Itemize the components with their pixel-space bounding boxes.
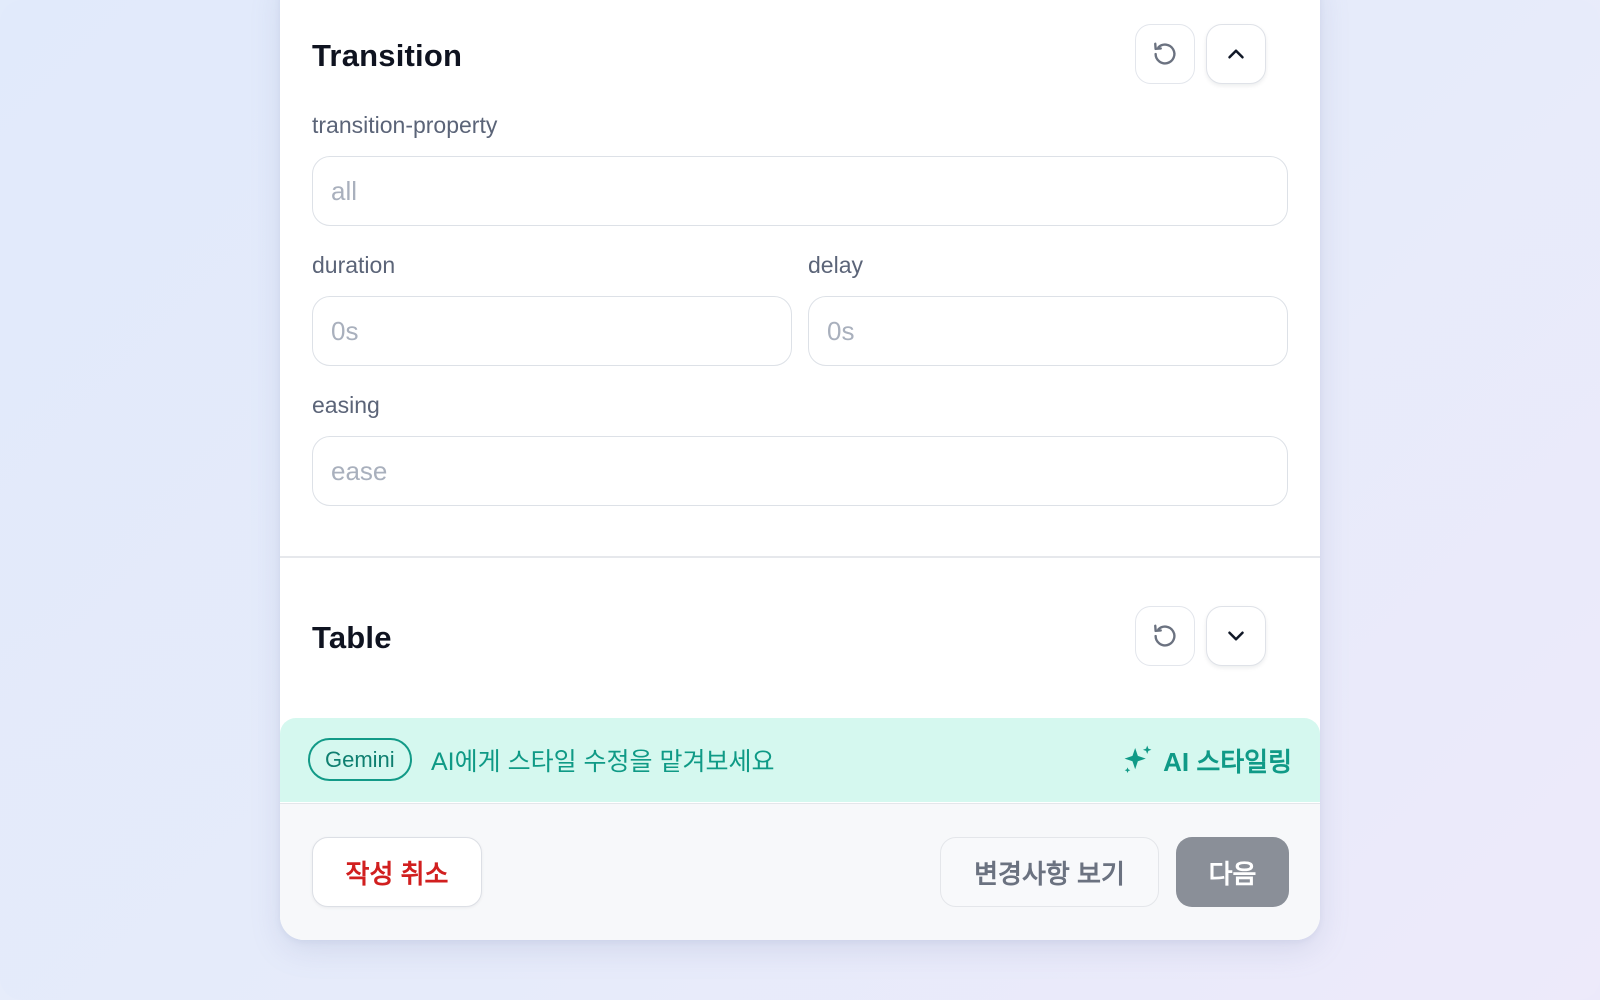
delay-label: delay bbox=[808, 252, 863, 278]
chevron-up-icon bbox=[1228, 49, 1244, 59]
cancel-button[interactable]: 작성 취소 bbox=[312, 837, 482, 907]
transition-reset-button[interactable] bbox=[1135, 24, 1195, 84]
table-expand-button[interactable] bbox=[1206, 606, 1266, 666]
transition-property-label: transition-property bbox=[312, 112, 498, 138]
duration-label: duration bbox=[312, 252, 396, 278]
gemini-badge: Gemini bbox=[308, 738, 412, 781]
ai-prompt-text: AI에게 스타일 수정을 맡겨보세요 bbox=[431, 748, 775, 776]
next-button[interactable]: 다음 bbox=[1176, 837, 1289, 907]
easing-label: easing bbox=[312, 392, 380, 418]
reset-icon bbox=[1154, 42, 1176, 65]
style-editor-panel: Transition transition-property duration … bbox=[280, 0, 1320, 940]
easing-input[interactable] bbox=[312, 436, 1288, 506]
reset-icon bbox=[1154, 624, 1176, 647]
chevron-down-icon bbox=[1228, 631, 1244, 641]
view-changes-button[interactable]: 변경사항 보기 bbox=[940, 837, 1159, 907]
section-divider bbox=[280, 556, 1320, 558]
duration-input[interactable] bbox=[312, 296, 792, 366]
ai-styling-bar: Gemini AI에게 스타일 수정을 맡겨보세요 AI 스타일링 bbox=[280, 718, 1320, 802]
editor-footer: 작성 취소 변경사항 보기 다음 bbox=[280, 803, 1320, 940]
transition-section-title: Transition bbox=[312, 38, 463, 73]
transition-collapse-button[interactable] bbox=[1206, 24, 1266, 84]
sparkle-icon bbox=[1124, 745, 1152, 774]
delay-input[interactable] bbox=[808, 296, 1288, 366]
ai-styling-label: AI 스타일링 bbox=[1163, 746, 1292, 777]
table-section-title: Table bbox=[312, 620, 392, 655]
ai-styling-button[interactable]: AI 스타일링 bbox=[1121, 740, 1292, 780]
table-reset-button[interactable] bbox=[1135, 606, 1195, 666]
transition-property-input[interactable] bbox=[312, 156, 1288, 226]
